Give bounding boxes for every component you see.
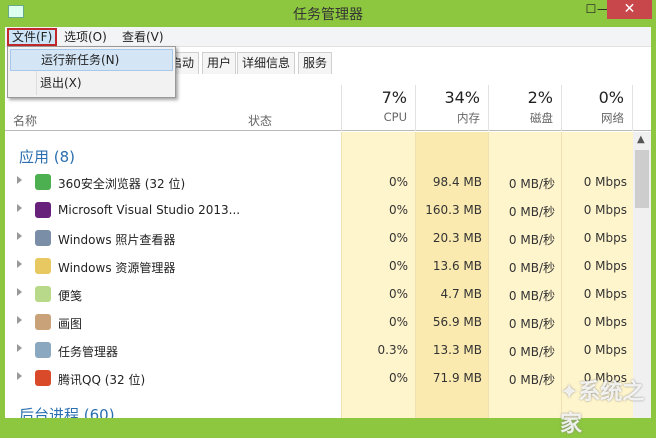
process-name: Windows 照片查看器 xyxy=(58,233,176,247)
process-cpu: 0% xyxy=(388,315,408,329)
process-row[interactable]: 360安全浏览器 (32 位) 0% 98.4 MB 0 MB/秒 0 Mbps xyxy=(5,169,633,197)
scroll-up-icon[interactable]: ▲ xyxy=(637,134,645,145)
menu-item-run-new-task[interactable]: 运行新任务(N) xyxy=(10,49,173,71)
process-row[interactable]: Windows 照片查看器 0% 20.3 MB 0 MB/秒 0 Mbps xyxy=(5,225,633,253)
process-row[interactable]: 腾讯QQ (32 位) 0% 71.9 MB 0 MB/秒 0 Mbps xyxy=(5,365,633,393)
column-name[interactable]: 名称 xyxy=(13,112,37,129)
process-disk: 0 MB/秒 xyxy=(508,289,555,303)
process-cpu: 0.3% xyxy=(377,343,409,357)
window-client: 文件(F) 选项(O) 查看(V) 启动 用户 详细信息 服务 运行新任务(N)… xyxy=(5,27,651,418)
process-disk: 0 MB/秒 xyxy=(508,205,555,219)
photo-viewer-icon xyxy=(35,230,51,246)
process-memory: 56.9 MB xyxy=(432,315,482,329)
scrollbar-thumb[interactable] xyxy=(635,150,649,208)
expand-arrow-icon[interactable] xyxy=(17,232,22,240)
paint-icon xyxy=(35,314,51,330)
process-cpu: 0% xyxy=(388,287,408,301)
process-memory: 71.9 MB xyxy=(432,371,482,385)
column-disk[interactable]: 2% 磁盘 xyxy=(488,85,561,131)
column-cpu[interactable]: 7% CPU xyxy=(341,85,415,131)
process-memory: 4.7 MB xyxy=(440,287,482,301)
process-memory: 20.3 MB xyxy=(432,231,482,245)
process-disk: 0 MB/秒 xyxy=(508,345,555,359)
visual-studio-icon xyxy=(35,202,51,218)
process-name: 任务管理器 xyxy=(58,345,119,359)
process-cpu: 0% xyxy=(388,175,408,189)
cpu-label: CPU xyxy=(383,110,407,124)
cpu-total: 7% xyxy=(381,88,407,107)
process-name: 腾讯QQ (32 位) xyxy=(58,373,146,387)
title-bar: 任务管理器 — ☐ ✕ xyxy=(0,0,656,26)
maximize-button[interactable]: ☐ xyxy=(578,0,604,20)
process-memory: 13.6 MB xyxy=(432,259,482,273)
memory-label: 内存 xyxy=(457,111,480,125)
network-label: 网络 xyxy=(601,111,624,125)
process-row[interactable]: Microsoft Visual Studio 2013... 0% 160.3… xyxy=(5,197,633,225)
process-network: 0 Mbps xyxy=(583,315,627,329)
menu-file[interactable]: 文件(F) xyxy=(7,28,58,46)
process-name: 360安全浏览器 (32 位) xyxy=(58,177,186,191)
process-network: 0 Mbps xyxy=(583,287,627,301)
expand-arrow-icon[interactable] xyxy=(17,372,22,380)
disk-label: 磁盘 xyxy=(530,111,553,125)
group-background[interactable]: 后台进程 (60) xyxy=(19,404,115,418)
expand-arrow-icon[interactable] xyxy=(17,288,22,296)
column-memory[interactable]: 34% 内存 xyxy=(415,85,488,131)
qq-icon xyxy=(35,370,51,386)
process-network: 0 Mbps xyxy=(583,175,627,189)
column-network[interactable]: 0% 网络 xyxy=(561,85,633,131)
process-cpu: 0% xyxy=(388,203,408,217)
tab-users[interactable]: 用户 xyxy=(202,52,237,74)
process-memory: 160.3 MB xyxy=(425,203,482,217)
sticky-notes-icon xyxy=(35,286,51,302)
file-menu-dropdown: 运行新任务(N) 退出(X) xyxy=(7,46,176,98)
expand-arrow-icon[interactable] xyxy=(17,204,22,212)
process-disk: 0 MB/秒 xyxy=(508,317,555,331)
process-row[interactable]: Windows 资源管理器 0% 13.6 MB 0 MB/秒 0 Mbps xyxy=(5,253,633,281)
process-disk: 0 MB/秒 xyxy=(508,261,555,275)
menu-item-exit[interactable]: 退出(X) xyxy=(10,72,173,94)
expand-arrow-icon[interactable] xyxy=(17,176,22,184)
explorer-icon xyxy=(35,258,51,274)
menu-options[interactable]: 选项(O) xyxy=(61,28,110,46)
process-cpu: 0% xyxy=(388,231,408,245)
process-name: 画图 xyxy=(58,317,83,331)
process-memory: 98.4 MB xyxy=(432,175,482,189)
process-cpu: 0% xyxy=(388,259,408,273)
menu-bar: 文件(F) 选项(O) 查看(V) xyxy=(5,27,651,47)
process-cpu: 0% xyxy=(388,371,408,385)
process-network: 0 Mbps xyxy=(583,231,627,245)
process-network: 0 Mbps xyxy=(583,343,627,357)
expand-arrow-icon[interactable] xyxy=(17,316,22,324)
tab-services[interactable]: 服务 xyxy=(298,52,333,74)
group-apps[interactable]: 应用 (8) xyxy=(19,146,75,167)
close-button[interactable]: ✕ xyxy=(607,0,652,19)
menu-view[interactable]: 查看(V) xyxy=(119,28,167,46)
window-title: 任务管理器 xyxy=(293,7,363,23)
column-status[interactable]: 状态 xyxy=(248,112,272,129)
memory-total: 34% xyxy=(444,88,480,107)
process-disk: 0 MB/秒 xyxy=(508,373,555,387)
360-browser-icon xyxy=(35,174,51,190)
process-row[interactable]: 画图 0% 56.9 MB 0 MB/秒 0 Mbps xyxy=(5,309,633,337)
task-manager-icon xyxy=(35,342,51,358)
process-name: Windows 资源管理器 xyxy=(58,261,176,275)
expand-arrow-icon[interactable] xyxy=(17,260,22,268)
process-memory: 13.3 MB xyxy=(432,343,482,357)
process-disk: 0 MB/秒 xyxy=(508,233,555,247)
process-row[interactable]: 便笺 0% 4.7 MB 0 MB/秒 0 Mbps xyxy=(5,281,633,309)
process-disk: 0 MB/秒 xyxy=(508,177,555,191)
process-name: 便笺 xyxy=(58,289,83,303)
tab-details[interactable]: 详细信息 xyxy=(237,52,296,74)
disk-total: 2% xyxy=(527,88,553,107)
network-total: 0% xyxy=(598,88,624,107)
expand-arrow-icon[interactable] xyxy=(17,344,22,352)
watermark-logo: ✦系统之家 xyxy=(560,380,645,437)
process-list: 应用 (8) 360安全浏览器 (32 位) 0% 98.4 MB 0 MB/秒… xyxy=(5,132,633,418)
process-network: 0 Mbps xyxy=(583,259,627,273)
process-name: Microsoft Visual Studio 2013... xyxy=(58,203,241,217)
process-network: 0 Mbps xyxy=(583,203,627,217)
process-row[interactable]: 任务管理器 0.3% 13.3 MB 0 MB/秒 0 Mbps xyxy=(5,337,633,365)
